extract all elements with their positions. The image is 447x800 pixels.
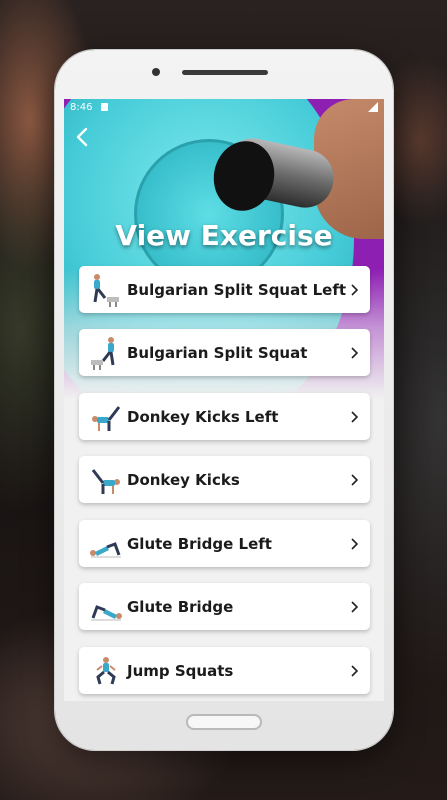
page-title: View Exercise bbox=[115, 219, 333, 252]
bulgarian-split-squat-icon bbox=[93, 273, 119, 307]
status-bar: 8:46 bbox=[64, 99, 384, 117]
glute-bridge-icon bbox=[91, 604, 122, 620]
status-time: 8:46 bbox=[70, 102, 93, 113]
chevron-left-icon bbox=[76, 127, 88, 147]
chevron-right-icon bbox=[347, 473, 361, 487]
chevron-right-icon bbox=[347, 346, 361, 360]
sim-card-icon bbox=[101, 103, 108, 111]
jump-squats-icon bbox=[96, 656, 116, 684]
chevron-right-icon bbox=[347, 664, 361, 678]
exercise-label: Glute Bridge bbox=[127, 597, 234, 616]
exercise-label: Jump Squats bbox=[127, 661, 234, 680]
glute-bridge-icon bbox=[90, 541, 121, 557]
back-button[interactable] bbox=[70, 125, 94, 149]
app-screen: 8:46 View Exercise Bulgarian Split Squat… bbox=[64, 99, 384, 701]
exercise-item-donkey-kicks-left[interactable]: Donkey Kicks Left bbox=[79, 393, 370, 440]
donkey-kicks-icon bbox=[91, 468, 120, 494]
chevron-right-icon bbox=[347, 600, 361, 614]
earpiece-speaker bbox=[182, 70, 268, 75]
chevron-right-icon bbox=[347, 283, 361, 297]
chevron-right-icon bbox=[347, 410, 361, 424]
home-button[interactable] bbox=[186, 714, 262, 730]
exercise-item-glute-bridge-left[interactable]: Glute Bridge Left bbox=[79, 520, 370, 567]
phone-frame: 8:46 View Exercise Bulgarian Split Squat… bbox=[55, 50, 393, 750]
exercise-label: Bulgarian Split Squat bbox=[127, 343, 308, 362]
exercise-label: Glute Bridge Left bbox=[127, 534, 272, 553]
signal-icon bbox=[368, 102, 378, 112]
exercise-label: Bulgarian Split Squat Left bbox=[127, 280, 347, 299]
exercise-item-bulgarian-split-squat[interactable]: Bulgarian Split Squat bbox=[79, 329, 370, 376]
exercise-item-donkey-kicks[interactable]: Donkey Kicks bbox=[79, 456, 370, 503]
bulgarian-split-squat-icon bbox=[91, 336, 115, 370]
exercise-label: Donkey Kicks bbox=[127, 470, 240, 489]
exercise-item-jump-squats[interactable]: Jump Squats bbox=[79, 647, 370, 694]
exercise-item-glute-bridge[interactable]: Glute Bridge bbox=[79, 583, 370, 630]
front-camera bbox=[152, 68, 160, 76]
exercise-label: Donkey Kicks Left bbox=[127, 407, 279, 426]
exercise-item-bulgarian-split-squat-left[interactable]: Bulgarian Split Squat Left bbox=[79, 266, 370, 313]
donkey-kicks-icon bbox=[92, 405, 121, 431]
chevron-right-icon bbox=[347, 537, 361, 551]
